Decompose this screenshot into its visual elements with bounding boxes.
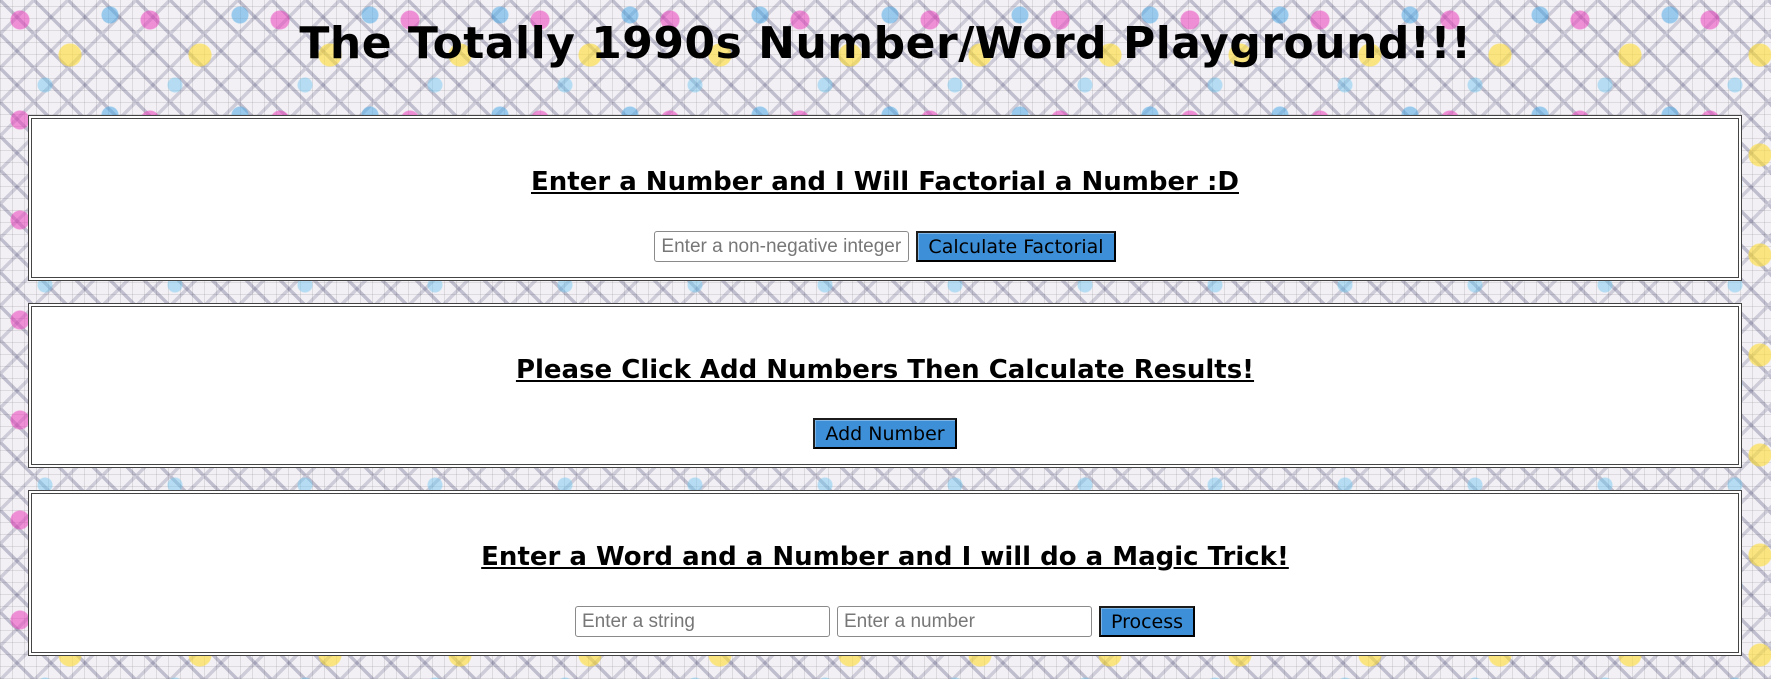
add-number-button[interactable]: Add Number xyxy=(813,418,957,449)
page-title: The Totally 1990s Number/Word Playground… xyxy=(299,18,1472,69)
factorial-heading: Enter a Number and I Will Factorial a Nu… xyxy=(531,167,1239,197)
process-button[interactable]: Process xyxy=(1098,606,1196,637)
string-input[interactable] xyxy=(574,606,830,637)
number-input[interactable] xyxy=(836,606,1092,637)
factorial-panel: Enter a Number and I Will Factorial a Nu… xyxy=(28,115,1742,281)
factorial-input[interactable] xyxy=(654,231,910,262)
magic-heading: Enter a Word and a Number and I will do … xyxy=(481,542,1289,572)
calculate-factorial-button[interactable]: Calculate Factorial xyxy=(916,231,1116,262)
numbers-heading: Please Click Add Numbers Then Calculate … xyxy=(515,355,1255,385)
numbers-panel: Please Click Add Numbers Then Calculate … xyxy=(28,303,1742,468)
factorial-controls: Calculate Factorial xyxy=(32,231,1738,262)
magic-panel: Enter a Word and a Number and I will do … xyxy=(28,490,1742,656)
magic-controls: Process xyxy=(32,606,1738,637)
numbers-controls: Add Number xyxy=(32,418,1738,449)
